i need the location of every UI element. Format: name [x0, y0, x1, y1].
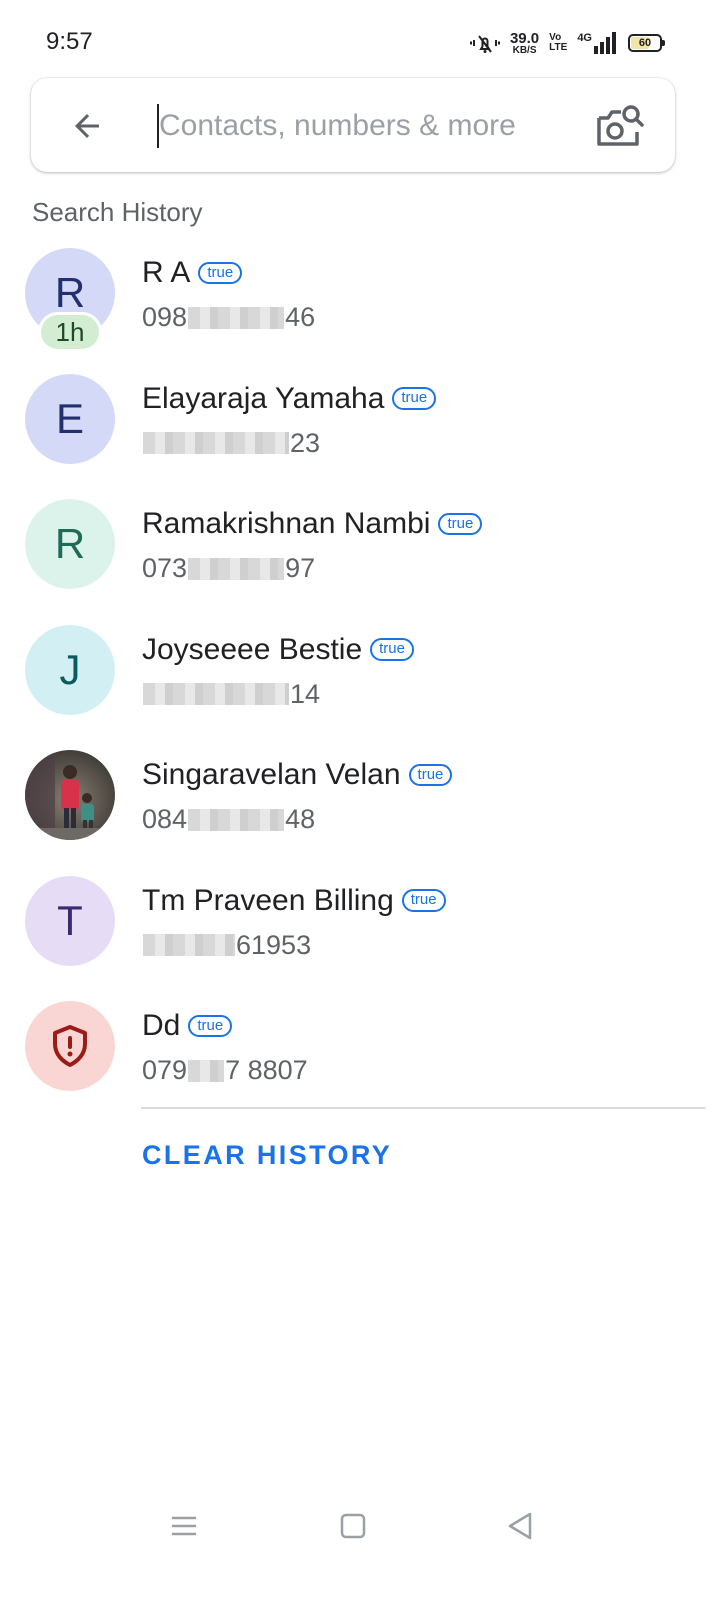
battery-icon: 60	[628, 34, 665, 52]
search-input[interactable]	[157, 104, 577, 148]
history-item[interactable]: J Joyseeee Bestie true 14	[0, 621, 720, 747]
status-badge: true	[401, 889, 446, 912]
search-bar	[31, 78, 675, 172]
section-title: Search History	[32, 197, 203, 227]
home-button[interactable]	[333, 1508, 373, 1544]
camera-search-button[interactable]	[595, 102, 645, 148]
clear-history-button[interactable]: CLEAR HISTORY	[142, 1140, 392, 1171]
menu-button[interactable]	[164, 1508, 204, 1544]
status-badge: true	[188, 1014, 233, 1038]
status-icons: 39.0 KB/S Vo LTE 4G 60	[469, 28, 665, 58]
avatar	[25, 1001, 115, 1091]
redacted-digits	[143, 683, 289, 705]
back-triangle-icon	[508, 1512, 532, 1540]
contact-name: Elayaraja Yamaha	[142, 381, 385, 415]
menu-icon	[172, 1516, 196, 1536]
contact-number: 14	[142, 679, 320, 710]
redacted-digits	[143, 934, 235, 956]
history-item[interactable]: Singaravelan Velan true 084 48	[0, 746, 720, 872]
contact-number: 073 97	[142, 553, 316, 583]
redacted-digits	[188, 1059, 225, 1082]
time-badge: 1h	[38, 312, 102, 352]
camera-search-icon	[597, 105, 644, 146]
status-bar: 9:57 39.0 KB/S Vo LTE 4G 60	[0, 0, 720, 84]
redacted-digits	[188, 808, 285, 831]
history-item[interactable]: T Tm Praveen Billing true 61953	[0, 872, 720, 998]
arrow-back-icon	[75, 114, 99, 138]
redacted-digits	[188, 306, 285, 329]
home-square-icon	[340, 1513, 366, 1539]
contact-number: 61953	[142, 930, 311, 961]
contact-name: Singaravelan Velan	[142, 758, 401, 791]
signal-icon: 4G	[577, 32, 618, 54]
contact-name: Ramakrishnan Nambi	[142, 507, 431, 540]
contact-number: 084 48	[142, 804, 316, 834]
network-speed: 39.0 KB/S	[509, 29, 540, 56]
status-badge: true	[392, 387, 437, 410]
contact-number: 23	[142, 428, 320, 459]
system-nav-bar	[0, 1490, 720, 1560]
contact-number: 079 7 8807	[142, 1055, 308, 1085]
search-history-list: R 1h R A true 098 46 E Elayaraja Yamaha …	[0, 244, 720, 1123]
contact-name: Tm Praveen Billing	[142, 883, 394, 917]
avatar: T	[25, 875, 115, 966]
spam-shield-icon	[53, 1025, 87, 1067]
contact-name: Dd	[142, 1009, 181, 1042]
status-badge: true	[438, 512, 483, 536]
redacted-digits	[188, 557, 285, 580]
status-time: 9:57	[46, 28, 93, 55]
contact-name: R A	[142, 256, 191, 289]
status-badge: true	[370, 638, 414, 661]
history-item[interactable]: Dd true 079 7 8807	[0, 997, 720, 1123]
nav-back-button[interactable]	[500, 1508, 540, 1544]
contact-photo	[25, 750, 115, 840]
contact-name: Joyseeee Bestie	[142, 632, 363, 666]
history-item[interactable]: E Elayaraja Yamaha true 23	[0, 370, 720, 496]
avatar: E	[25, 373, 115, 464]
redacted-digits	[143, 432, 289, 454]
avatar: J	[25, 624, 115, 715]
status-badge: true	[408, 763, 453, 787]
divider	[141, 1107, 706, 1109]
history-item[interactable]: R 1h R A true 098 46	[0, 244, 720, 370]
back-button[interactable]	[67, 106, 107, 146]
avatar: R	[25, 499, 115, 589]
history-item[interactable]: R Ramakrishnan Nambi true 073 97	[0, 495, 720, 621]
status-badge: true	[198, 261, 243, 285]
contact-number: 098 46	[142, 302, 316, 332]
volte-indicator: Vo LTE	[549, 31, 568, 53]
vibrate-mute-icon	[469, 31, 500, 55]
